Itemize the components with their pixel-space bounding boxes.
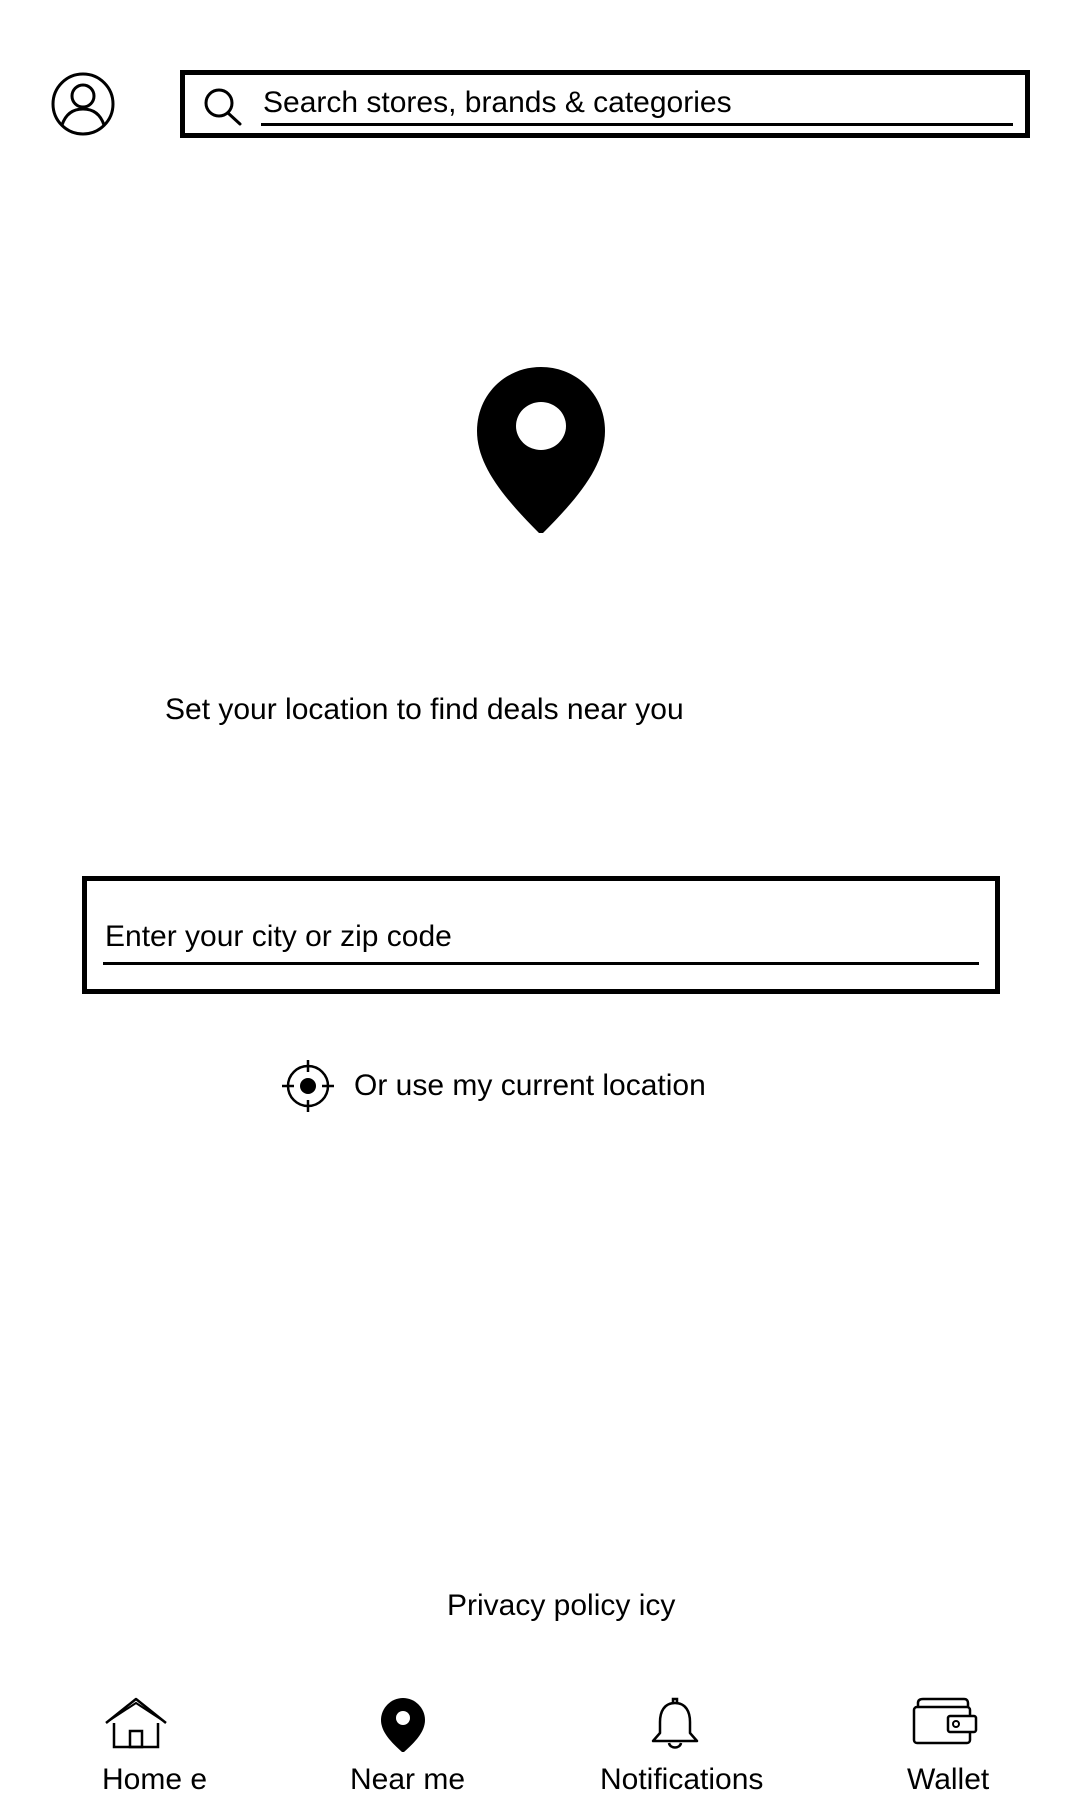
- user-circle-icon: [51, 72, 115, 136]
- nav-item-near-me[interactable]: Near me: [350, 1690, 480, 1796]
- location-input-box: [82, 876, 1000, 994]
- nav-label-home: Home e: [102, 1763, 208, 1796]
- location-prompt: Set your location to find deals near you: [165, 693, 684, 726]
- nav-label-wallet: Wallet: [907, 1763, 990, 1796]
- nav-label-notifications: Notifications: [600, 1763, 764, 1796]
- nav-item-notifications[interactable]: Notifications: [600, 1690, 770, 1796]
- home-icon: [105, 1697, 167, 1749]
- current-location-label: Or use my current location: [354, 1069, 706, 1102]
- search-icon: [204, 88, 242, 126]
- location-screen: Set your location to find deals near you…: [0, 0, 1080, 1800]
- wallet-icon: [912, 1697, 978, 1745]
- bottom-nav: Home e Near me Notifications Wallet: [0, 1690, 1080, 1800]
- crosshair-icon: [282, 1060, 334, 1112]
- use-current-location-button[interactable]: Or use my current location: [280, 1058, 706, 1114]
- location-pin-icon: [381, 1698, 425, 1752]
- location-pin-icon: [477, 367, 605, 533]
- nav-item-home[interactable]: Home e: [92, 1690, 232, 1796]
- search-bar: [180, 70, 1030, 138]
- search-input[interactable]: [261, 82, 1013, 126]
- city-zip-input[interactable]: [103, 911, 979, 965]
- bell-icon: [651, 1697, 699, 1749]
- profile-button[interactable]: [48, 70, 118, 138]
- nav-label-near-me: Near me: [350, 1763, 466, 1796]
- nav-item-wallet[interactable]: Wallet: [900, 1690, 1000, 1796]
- privacy-policy-link[interactable]: Privacy policy icy: [447, 1588, 675, 1624]
